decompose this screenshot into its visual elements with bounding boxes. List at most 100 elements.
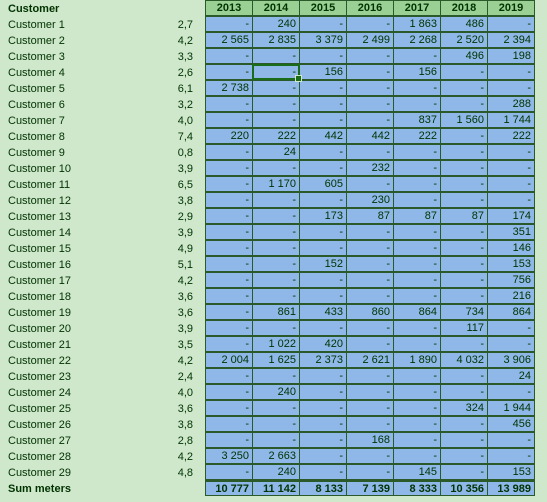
data-cell[interactable]: - [252, 112, 300, 128]
customer-name[interactable]: Customer 1 [8, 17, 163, 33]
customer-value[interactable]: 3,2 [163, 97, 197, 113]
data-cell[interactable]: - [299, 320, 347, 336]
data-cell[interactable]: - [487, 448, 535, 464]
customer-value[interactable]: 3,8 [163, 417, 197, 433]
customer-name[interactable]: Customer 8 [8, 129, 163, 145]
customer-value[interactable]: 2,9 [163, 209, 197, 225]
data-cell[interactable]: 3 906 [487, 352, 535, 368]
customer-value[interactable]: 4,0 [163, 385, 197, 401]
customer-value[interactable]: 2,7 [163, 17, 197, 33]
sum-cell[interactable]: 11 142 [252, 480, 300, 496]
customer-name[interactable]: Customer 7 [8, 113, 163, 129]
data-cell[interactable]: - [205, 320, 253, 336]
data-cell[interactable]: - [346, 464, 394, 480]
customer-name[interactable]: Customer 22 [8, 353, 163, 369]
data-cell[interactable]: 117 [440, 320, 488, 336]
data-cell[interactable]: 864 [487, 304, 535, 320]
data-cell[interactable]: - [252, 288, 300, 304]
customer-value[interactable]: 3,9 [163, 225, 197, 241]
data-cell[interactable]: - [299, 48, 347, 64]
data-cell[interactable]: - [346, 448, 394, 464]
data-cell[interactable]: - [252, 272, 300, 288]
data-cell[interactable]: - [346, 368, 394, 384]
data-cell[interactable]: - [252, 368, 300, 384]
data-cell[interactable]: 232 [346, 160, 394, 176]
data-cell[interactable]: 222 [393, 128, 441, 144]
data-cell[interactable]: 174 [487, 208, 535, 224]
data-cell[interactable]: - [393, 288, 441, 304]
customer-name[interactable]: Customer 11 [8, 177, 163, 193]
customer-value[interactable]: 2,6 [163, 65, 197, 81]
data-cell[interactable]: - [440, 256, 488, 272]
data-cell[interactable]: - [252, 48, 300, 64]
customer-name[interactable]: Customer 3 [8, 49, 163, 65]
customer-name[interactable]: Customer 28 [8, 449, 163, 465]
data-cell[interactable]: 2 835 [252, 32, 300, 48]
data-cell[interactable]: - [346, 288, 394, 304]
data-cell[interactable]: 1 560 [440, 112, 488, 128]
data-cell[interactable]: 324 [440, 400, 488, 416]
data-cell[interactable]: 146 [487, 240, 535, 256]
data-cell[interactable]: 220 [205, 128, 253, 144]
sum-cell[interactable]: 10 777 [205, 480, 253, 496]
data-cell[interactable]: - [252, 400, 300, 416]
data-cell[interactable]: 24 [252, 144, 300, 160]
data-cell[interactable]: - [393, 80, 441, 96]
data-cell[interactable]: 87 [346, 208, 394, 224]
customer-value[interactable]: 3,9 [163, 161, 197, 177]
data-cell[interactable]: - [299, 464, 347, 480]
data-cell[interactable]: 1 890 [393, 352, 441, 368]
data-cell[interactable]: 173 [299, 208, 347, 224]
data-cell[interactable]: - [205, 416, 253, 432]
customer-value[interactable]: 7,4 [163, 129, 197, 145]
data-cell[interactable]: 2 621 [346, 352, 394, 368]
data-cell[interactable]: - [393, 256, 441, 272]
data-cell[interactable]: - [299, 384, 347, 400]
data-cell[interactable]: 2 268 [393, 32, 441, 48]
customer-value[interactable]: 4,9 [163, 241, 197, 257]
data-cell[interactable]: 734 [440, 304, 488, 320]
customer-name[interactable]: Customer 21 [8, 337, 163, 353]
customer-name[interactable]: Customer 16 [8, 257, 163, 273]
data-cell[interactable]: - [299, 432, 347, 448]
data-cell[interactable]: 2 738 [205, 80, 253, 96]
data-cell[interactable]: - [393, 384, 441, 400]
data-cell[interactable]: - [440, 192, 488, 208]
data-cell[interactable]: 153 [487, 464, 535, 480]
data-cell[interactable]: - [346, 48, 394, 64]
year-header-2013[interactable]: 2013 [205, 0, 253, 16]
data-cell[interactable]: - [252, 64, 300, 80]
data-cell[interactable]: - [440, 128, 488, 144]
customer-value[interactable]: 5,1 [163, 257, 197, 273]
data-cell[interactable]: - [205, 16, 253, 32]
data-cell[interactable]: - [252, 240, 300, 256]
data-cell[interactable]: - [440, 336, 488, 352]
data-cell[interactable]: - [393, 160, 441, 176]
sum-cell[interactable]: 7 139 [346, 480, 394, 496]
customer-value[interactable]: 3,3 [163, 49, 197, 65]
data-cell[interactable]: - [205, 176, 253, 192]
customer-name[interactable]: Customer 20 [8, 321, 163, 337]
customer-value[interactable]: 4,0 [163, 113, 197, 129]
data-cell[interactable]: 442 [346, 128, 394, 144]
customer-name[interactable]: Customer 24 [8, 385, 163, 401]
data-cell[interactable]: 3 250 [205, 448, 253, 464]
data-cell[interactable]: - [299, 80, 347, 96]
data-cell[interactable]: 605 [299, 176, 347, 192]
data-cell[interactable]: 351 [487, 224, 535, 240]
customer-value[interactable]: 4,2 [163, 33, 197, 49]
customer-value[interactable]: 4,8 [163, 465, 197, 481]
customer-name[interactable]: Customer 29 [8, 465, 163, 481]
customer-value[interactable]: 3,6 [163, 289, 197, 305]
data-cell[interactable]: 2 394 [487, 32, 535, 48]
customer-name[interactable]: Customer 5 [8, 81, 163, 97]
data-cell[interactable]: - [205, 288, 253, 304]
customer-value[interactable]: 3,6 [163, 305, 197, 321]
year-header-2018[interactable]: 2018 [440, 0, 488, 16]
customer-value[interactable]: 6,5 [163, 177, 197, 193]
data-cell[interactable]: - [440, 384, 488, 400]
data-cell[interactable]: 87 [440, 208, 488, 224]
data-cell[interactable]: - [487, 384, 535, 400]
data-cell[interactable]: - [252, 320, 300, 336]
data-cell[interactable]: - [205, 336, 253, 352]
